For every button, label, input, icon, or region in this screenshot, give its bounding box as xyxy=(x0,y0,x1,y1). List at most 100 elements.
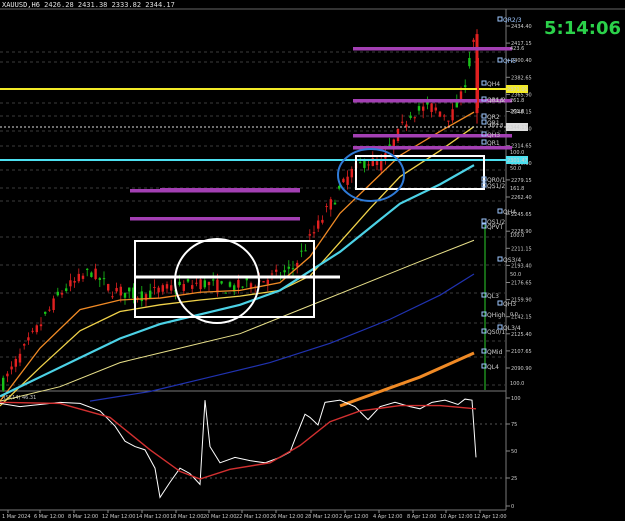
price-tick-label: 2107.65 xyxy=(511,349,532,355)
time-tick-label: 14 Mar 12:00 xyxy=(136,514,169,520)
purple-level-bar xyxy=(160,188,300,192)
candle-body xyxy=(212,279,215,281)
level-label: QHigh xyxy=(487,312,506,319)
candle-body xyxy=(304,250,307,252)
candle-body xyxy=(182,284,185,291)
candle-body xyxy=(144,294,148,301)
candle-body xyxy=(321,219,324,223)
level-label: QS0/1 xyxy=(487,329,505,336)
ohlc-values: 2426.28 2431.38 2333.82 2344.17 xyxy=(44,1,175,9)
candle-body xyxy=(350,168,353,178)
candle-body xyxy=(447,120,450,122)
price-tick-label: 2090.90 xyxy=(511,366,532,372)
candle-body xyxy=(199,279,202,290)
level-label: QPVT xyxy=(487,224,503,231)
candle-body xyxy=(275,269,278,272)
candle-body xyxy=(107,283,110,291)
candle-body xyxy=(312,232,316,234)
candle-body xyxy=(157,287,160,293)
time-tick-label: 20 Mar 12:00 xyxy=(203,514,236,520)
current-price-badge: 2344.17 xyxy=(507,125,528,131)
price-tick-label: 2125.40 xyxy=(511,332,532,338)
candle-body xyxy=(207,281,211,286)
candle-body xyxy=(178,281,181,286)
candle-body xyxy=(392,139,395,148)
candle-body xyxy=(401,121,404,123)
candle-body xyxy=(56,291,59,296)
candle-body xyxy=(170,285,173,291)
time-tick-label: 8 Mar 12:00 xyxy=(68,514,98,520)
candle-body xyxy=(228,282,232,287)
candle-body xyxy=(186,279,190,282)
candle-body xyxy=(438,111,442,117)
candle-body xyxy=(52,298,55,310)
price-tick-label: 2279.15 xyxy=(511,178,532,184)
candle-body xyxy=(262,281,265,283)
time-tick-label: 6 Mar 12:00 xyxy=(34,514,64,520)
level-label: QL3/4 xyxy=(503,325,521,332)
candle-body xyxy=(422,106,425,111)
level-label: QR2/3 xyxy=(503,17,522,24)
level-label: QH3 xyxy=(487,132,500,139)
candle-body xyxy=(308,234,311,236)
level-label: QR1 xyxy=(487,140,500,147)
candle-body xyxy=(90,272,93,277)
level-label: QH5 xyxy=(503,58,516,65)
candle-body xyxy=(300,250,303,252)
indicator-tick-label: 50 xyxy=(511,449,517,455)
chart-header: XAUUSD,H6 2426.28 2431.38 2333.82 2344.1… xyxy=(2,1,175,9)
candle-body xyxy=(342,178,345,183)
candle-body xyxy=(31,330,34,332)
purple-level-bar xyxy=(353,47,512,51)
price-tick-label: 2262.40 xyxy=(511,195,532,201)
candle-body xyxy=(283,270,286,273)
candle-body xyxy=(241,286,244,288)
candle-body xyxy=(60,292,64,295)
candle-body xyxy=(81,275,85,279)
candle-body xyxy=(44,311,47,314)
candle-body xyxy=(153,287,156,289)
candle-body xyxy=(296,262,299,267)
time-tick-label: 1 Mar 2024 xyxy=(2,514,31,520)
candle-body xyxy=(23,344,26,346)
candle-body xyxy=(359,162,362,164)
fib-level-label: 50.0 xyxy=(510,272,521,278)
candle-body xyxy=(220,281,223,284)
symbol-label: XAUUSD,H6 xyxy=(2,1,40,9)
fib-level-label: 161.8 xyxy=(489,98,503,104)
candle-body xyxy=(464,85,467,88)
candle-body xyxy=(77,273,80,282)
indicator-tick-label: 25 xyxy=(511,476,517,482)
indicator-name: RSI(14) 46.31 xyxy=(2,395,36,401)
fib-level-label: 161.8 xyxy=(510,186,524,192)
candle-body xyxy=(6,373,9,377)
candle-body xyxy=(161,285,164,292)
indicator-tick-label: 0 xyxy=(511,504,514,510)
candle-body xyxy=(86,268,89,270)
candle-body xyxy=(451,109,454,121)
candle-body xyxy=(434,107,437,111)
fib-level-label: 423.6 xyxy=(510,46,524,52)
candle-body xyxy=(270,273,274,275)
indicator-tick-label: 75 xyxy=(511,422,517,428)
price-tick-label: 2314.65 xyxy=(511,144,532,150)
time-tick-label: 26 Mar 12:00 xyxy=(270,514,303,520)
candle-body xyxy=(14,358,17,367)
candle-body xyxy=(102,278,106,280)
trading-chart[interactable]: 2434.402417.152400.402382.652365.902348.… xyxy=(0,0,625,521)
candle-countdown-clock: 5:14:06 xyxy=(543,18,621,39)
fib-level-label: 0.0 xyxy=(510,312,518,318)
price-tick-label: 2193.40 xyxy=(511,263,532,269)
time-tick-label: 12 Mar 12:00 xyxy=(102,514,135,520)
time-tick-label: 28 Mar 12:00 xyxy=(305,514,338,520)
candle-body xyxy=(380,161,383,171)
candle-body xyxy=(111,296,114,298)
candle-body xyxy=(409,115,412,119)
price-tick-label: 2382.65 xyxy=(511,75,532,81)
candle-body xyxy=(430,103,433,112)
candle-body xyxy=(266,279,269,285)
candle-body xyxy=(123,292,127,298)
level-label: QL4 xyxy=(487,364,499,371)
time-tick-label: 22 Mar 12:00 xyxy=(236,514,269,520)
time-tick-label: 8 Apr 12:00 xyxy=(407,514,436,520)
